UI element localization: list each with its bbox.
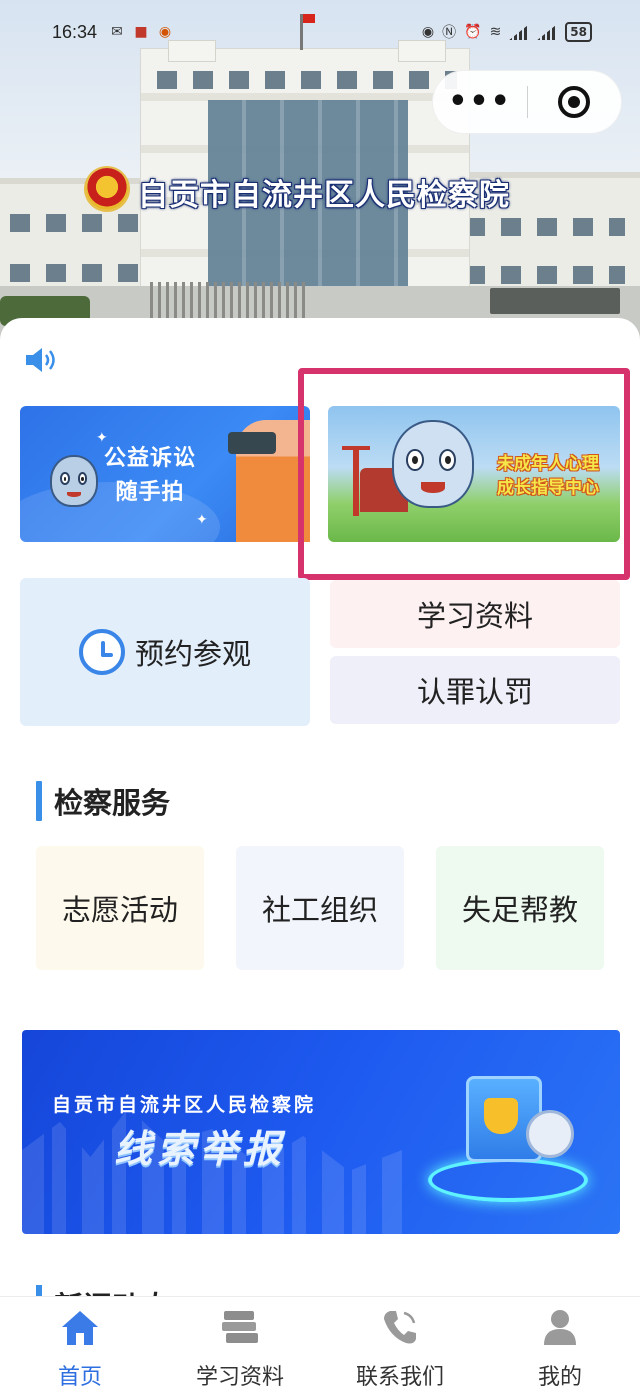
wifi-icon: ≋ [489, 24, 502, 40]
status-right-cluster: ◉ Ⓝ ⏰ ≋ 58 [422, 22, 592, 42]
services-section-title: 检察服务 [36, 780, 170, 822]
battery-indicator: 58 [565, 22, 592, 42]
tab-profile[interactable]: 我的 [480, 1297, 640, 1394]
home-icon [62, 1311, 98, 1345]
glow-platform [428, 1158, 588, 1202]
appointment-visit-label: 预约参观 [134, 637, 251, 671]
tab-contact-us[interactable]: 联系我们 [320, 1297, 480, 1394]
study-materials-tile[interactable]: 学习资料 [330, 580, 620, 648]
eye-icon: ◉ [421, 24, 435, 40]
speaker-icon[interactable] [24, 346, 60, 374]
sparkle-icon: ✦ [196, 512, 208, 528]
report-banner-title: 线索举报 [114, 1127, 287, 1171]
wechat-icon: ✉ [111, 24, 123, 40]
appointment-visit-tile[interactable]: 预约参观 [20, 578, 310, 726]
weibo-icon: ◉ [158, 24, 172, 40]
social-work-org-tile[interactable]: 社工组织 [236, 846, 404, 970]
signal-5g-icon [537, 24, 558, 40]
public-interest-label: 公益诉讼 随手拍 [104, 446, 197, 505]
status-bar: 16:34 ✉ ■ ◉ ◉ Ⓝ ⏰ ≋ 58 [0, 14, 640, 50]
status-time: 16:34 [52, 22, 98, 42]
camera-icon [228, 432, 276, 454]
phone-icon [384, 1311, 416, 1344]
bottom-tab-bar: 首页 学习资料 联系我们 我的 [0, 1296, 640, 1394]
volunteer-activities-tile[interactable]: 志愿活动 [36, 846, 204, 970]
court-name: 自贡市自流井区人民检察院 [138, 178, 510, 213]
more-menu-button[interactable]: ••• [433, 87, 527, 117]
app-notification-icon: ■ [134, 24, 148, 40]
miniprogram-capsule: ••• [432, 70, 622, 134]
hero-banner: 自贡市自流井区人民检察院 [0, 0, 640, 345]
signal-4g-icon [509, 24, 530, 40]
nfc-icon: Ⓝ [442, 25, 457, 41]
signboard [490, 288, 620, 314]
juvenile-support-tile[interactable]: 失足帮教 [436, 846, 604, 970]
report-banner-subtitle: 自贡市自流井区人民检察院 [52, 1094, 317, 1116]
alarm-icon: ⏰ [464, 24, 482, 40]
tab-study-materials[interactable]: 学习资料 [160, 1297, 320, 1394]
lock-icon [484, 1098, 518, 1134]
section-accent-bar [36, 781, 42, 821]
tab-home[interactable]: 首页 [0, 1297, 160, 1394]
procuratorate-emblem-icon [86, 168, 128, 210]
astronaut-robot-illustration [526, 1110, 574, 1158]
gate [150, 282, 310, 320]
target-close-icon [558, 86, 591, 118]
plea-leniency-tile[interactable]: 认罪认罚 [330, 656, 620, 724]
highlight-box [298, 368, 630, 580]
mascot-icon [50, 455, 98, 507]
alarm-clock-icon [78, 629, 125, 675]
user-icon [544, 1310, 576, 1345]
books-icon [222, 1311, 258, 1343]
close-button[interactable] [528, 86, 621, 118]
